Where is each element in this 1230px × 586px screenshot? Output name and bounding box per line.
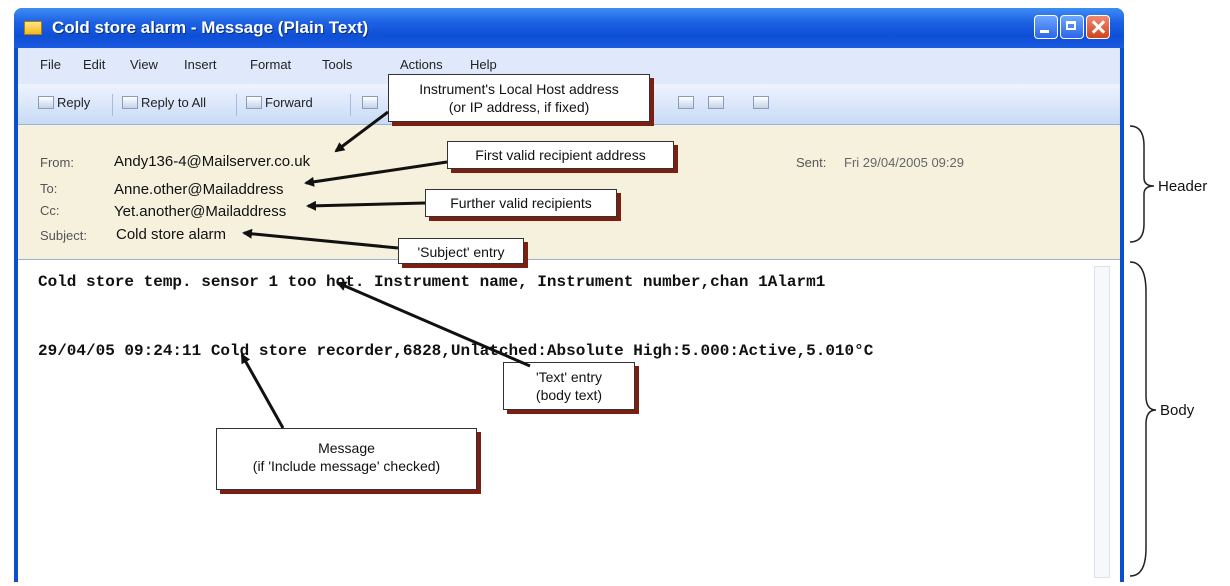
toolbar-separator <box>112 94 113 116</box>
body-annotation: Body <box>1160 402 1195 419</box>
header-brace <box>1129 125 1155 243</box>
previous-item-button[interactable] <box>678 95 697 110</box>
arrow-icon <box>678 96 694 109</box>
callout-host-address: Instrument's Local Host address (or IP a… <box>388 74 650 122</box>
cc-label: Cc: <box>40 203 60 218</box>
to-label: To: <box>40 181 58 196</box>
vertical-scrollbar[interactable] <box>1094 266 1110 578</box>
callout-message: Message (if 'Include message' checked) <box>216 428 477 490</box>
body-brace <box>1129 261 1157 577</box>
sent-label: Sent: <box>796 155 827 170</box>
menu-help[interactable]: Help <box>470 57 497 72</box>
forward-button[interactable]: Forward <box>246 95 313 110</box>
window-title: Cold store alarm - Message (Plain Text) <box>52 18 369 37</box>
menu-insert[interactable]: Insert <box>184 57 217 72</box>
reply-icon <box>38 96 54 109</box>
toolbar-separator <box>350 94 351 116</box>
callout-subject-entry: 'Subject' entry <box>398 238 524 264</box>
arrow-icon <box>708 96 724 109</box>
title-bar: Cold store alarm - Message (Plain Text) <box>14 8 1124 48</box>
reply-all-button[interactable]: Reply to All <box>122 95 206 110</box>
menu-view[interactable]: View <box>130 57 158 72</box>
print-button[interactable] <box>362 95 381 110</box>
to-value[interactable]: Anne.other@Mailaddress <box>114 181 283 198</box>
help-button[interactable] <box>753 95 772 110</box>
body-line-text: Cold store temp. sensor 1 too hot. Instr… <box>38 273 826 291</box>
forward-icon <box>246 96 262 109</box>
callout-first-recipient: First valid recipient address <box>447 141 674 169</box>
minimize-button[interactable] <box>1034 15 1058 39</box>
toolbar-separator <box>236 94 237 116</box>
close-button[interactable] <box>1086 15 1110 39</box>
envelope-icon <box>24 21 42 35</box>
menu-file[interactable]: File <box>40 57 61 72</box>
subject-value: Cold store alarm <box>116 226 227 243</box>
menu-tools[interactable]: Tools <box>322 57 352 72</box>
menu-edit[interactable]: Edit <box>83 57 105 72</box>
subject-label: Subject: <box>40 228 87 243</box>
from-label: From: <box>40 155 74 170</box>
callout-further-recipients: Further valid recipients <box>425 189 617 217</box>
body-line-message: 29/04/05 09:24:11 Cold store recorder,68… <box>38 342 874 360</box>
callout-text-entry: 'Text' entry (body text) <box>503 362 635 410</box>
reply-button[interactable]: Reply <box>38 95 90 110</box>
reply-all-icon <box>122 96 138 109</box>
maximize-button[interactable] <box>1060 15 1084 39</box>
from-value: Andy136-4@Mailserver.co.uk <box>114 153 311 170</box>
sent-value: Fri 29/04/2005 09:29 <box>844 155 964 170</box>
header-annotation: Header <box>1158 178 1208 195</box>
help-icon <box>753 96 769 109</box>
menu-format[interactable]: Format <box>250 57 291 72</box>
menu-actions[interactable]: Actions <box>400 57 443 72</box>
message-body[interactable]: Cold store temp. sensor 1 too hot. Instr… <box>18 259 1120 583</box>
cc-value[interactable]: Yet.another@Mailaddress <box>114 203 286 220</box>
next-item-button[interactable] <box>708 95 727 110</box>
print-icon <box>362 96 378 109</box>
